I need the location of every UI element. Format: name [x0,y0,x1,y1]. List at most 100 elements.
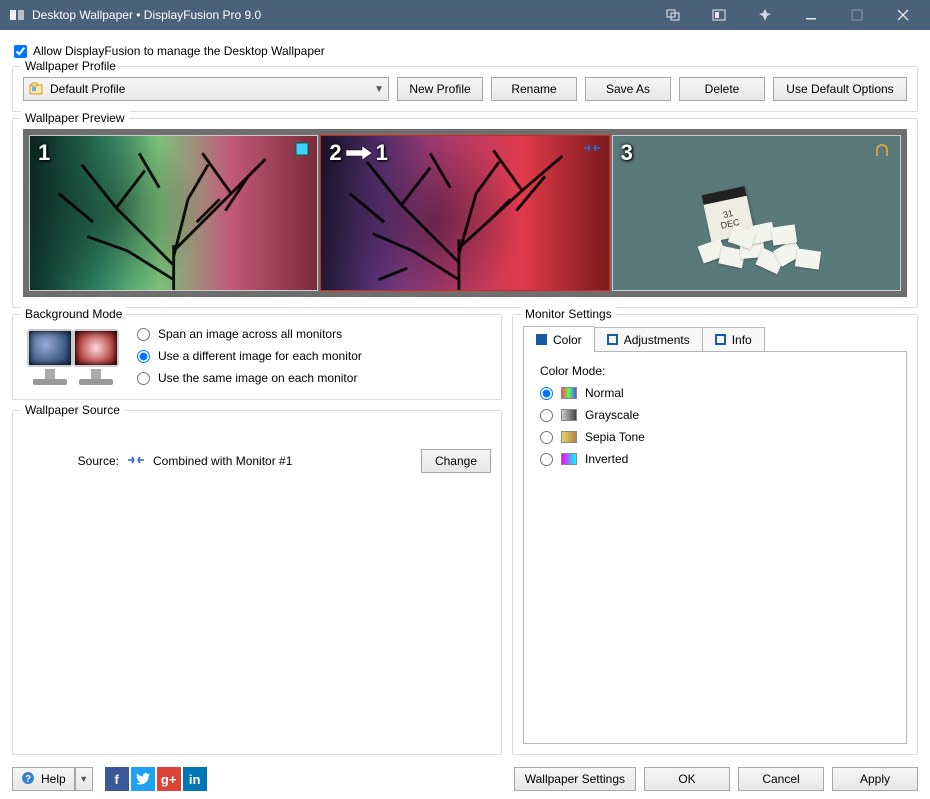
colormode-inverted-row[interactable]: Inverted [540,452,890,466]
help-dropdown[interactable]: ? Help ▼ [12,767,93,791]
colormode-inverted-label: Inverted [585,452,628,466]
preview-frame: 1 2 1 31DEC [23,129,907,297]
combine-icon-small [127,454,145,469]
tab-box-icon [715,334,726,345]
tab-adjustments-label: Adjustments [624,333,690,347]
swatch-grayscale [561,409,577,421]
googleplus-icon[interactable]: g+ [157,767,181,791]
profile-combobox[interactable]: Default Profile ▼ [23,77,389,101]
allow-manage-checkbox[interactable] [14,45,27,58]
background-mode-group: Background Mode Span an image across all… [12,314,502,400]
titlebar-button-1[interactable] [650,0,696,30]
tab-info[interactable]: Info [702,327,765,351]
monitor-2-label: 2 1 [329,140,388,166]
source-label: Source: [23,454,119,468]
wallpaper-profile-group: Wallpaper Profile Default Profile ▼ New … [12,66,918,112]
bgmode-thumbnails [23,325,123,389]
cancel-button[interactable]: Cancel [738,767,824,791]
wallpaper-preview-legend: Wallpaper Preview [21,111,129,125]
primary-monitor-icon [295,142,309,159]
colormode-inverted-radio[interactable] [540,453,553,466]
background-mode-legend: Background Mode [21,307,126,321]
use-default-options-button[interactable]: Use Default Options [773,77,907,101]
window-title: Desktop Wallpaper • DisplayFusion Pro 9.… [32,8,261,22]
twitter-icon[interactable] [131,767,155,791]
wallpaper-source-group: Wallpaper Source Source: Combined with M… [12,410,502,755]
svg-text:?: ? [25,774,31,785]
maximize-button[interactable] [834,0,880,30]
source-value: Combined with Monitor #1 [153,454,292,468]
pin-icon[interactable] [742,0,788,30]
linkedin-icon[interactable]: in [183,767,207,791]
wallpaper-source-legend: Wallpaper Source [21,403,124,417]
bgmode-span-label: Span an image across all monitors [158,327,342,341]
wallpaper-settings-button[interactable]: Wallpaper Settings [514,767,636,791]
colormode-normal-radio[interactable] [540,387,553,400]
profile-selected: Default Profile [50,82,125,96]
swatch-normal [561,387,577,399]
papers-graphic [700,212,840,272]
delete-button[interactable]: Delete [679,77,765,101]
monitor-thumb-2 [69,325,123,389]
facebook-icon[interactable]: f [105,767,129,791]
monitor-2-target: 1 [376,140,388,166]
tab-color-label: Color [553,333,582,347]
bgmode-different-row[interactable]: Use a different image for each monitor [137,349,362,363]
colormode-sepia-row[interactable]: Sepia Tone [540,430,890,444]
monitor-preview-2[interactable]: 2 1 [320,135,609,291]
bgmode-span-radio[interactable] [137,328,150,341]
monitor-settings-tabs: Color Adjustments Info [523,325,907,351]
help-label: Help [41,772,66,786]
close-button[interactable] [880,0,926,30]
color-mode-heading: Color Mode: [540,364,890,378]
swatch-inverted [561,453,577,465]
colormode-grayscale-label: Grayscale [585,408,639,422]
wallpaper-profile-legend: Wallpaper Profile [21,59,120,73]
colormode-grayscale-radio[interactable] [540,409,553,422]
monitor-preview-3[interactable]: 31DEC 3 [612,135,901,291]
bgmode-different-label: Use a different image for each monitor [158,349,362,363]
colormode-grayscale-row[interactable]: Grayscale [540,408,890,422]
arrow-right-icon [346,140,372,166]
bgmode-same-radio[interactable] [137,372,150,385]
tab-adjustments[interactable]: Adjustments [594,327,703,351]
swatch-sepia [561,431,577,443]
footer: ? Help ▼ f g+ in Wallpaper Settings OK C… [12,761,918,791]
tab-body: Color Mode: Normal Grayscale Sepia Tone … [523,351,907,744]
colormode-sepia-label: Sepia Tone [585,430,645,444]
help-chevron[interactable]: ▼ [75,767,93,791]
combine-icon [583,142,601,157]
bgmode-different-radio[interactable] [137,350,150,363]
colormode-sepia-radio[interactable] [540,431,553,444]
colormode-normal-label: Normal [585,386,624,400]
profile-icon [28,81,44,97]
monitor-settings-legend: Monitor Settings [521,307,616,321]
monitor-3-label: 3 [621,140,633,166]
bgmode-same-label: Use the same image on each monitor [158,371,357,385]
save-as-button[interactable]: Save As [585,77,671,101]
new-profile-button[interactable]: New Profile [397,77,483,101]
titlebar: Desktop Wallpaper • DisplayFusion Pro 9.… [0,0,930,30]
tab-color[interactable]: Color [523,326,595,352]
tab-info-label: Info [732,333,752,347]
monitor-settings-group: Monitor Settings Color Adjustments Info … [512,314,918,755]
apply-button[interactable]: Apply [832,767,918,791]
app-icon [8,6,26,24]
rename-button[interactable]: Rename [491,77,577,101]
minimize-button[interactable] [788,0,834,30]
help-icon: ? [21,771,35,788]
monitor-preview-1[interactable]: 1 [29,135,318,291]
colormode-normal-row[interactable]: Normal [540,386,890,400]
allow-manage-label: Allow DisplayFusion to manage the Deskto… [33,44,325,58]
titlebar-button-2[interactable] [696,0,742,30]
tab-box-icon [536,334,547,345]
hook-icon [876,144,888,156]
ok-button[interactable]: OK [644,767,730,791]
monitor-2-number: 2 [329,140,341,166]
tab-box-icon [607,334,618,345]
change-source-button[interactable]: Change [421,449,491,473]
allow-manage-row: Allow DisplayFusion to manage the Deskto… [12,40,918,60]
bgmode-same-row[interactable]: Use the same image on each monitor [137,371,362,385]
bgmode-span-row[interactable]: Span an image across all monitors [137,327,362,341]
chevron-down-icon: ▼ [374,84,384,95]
